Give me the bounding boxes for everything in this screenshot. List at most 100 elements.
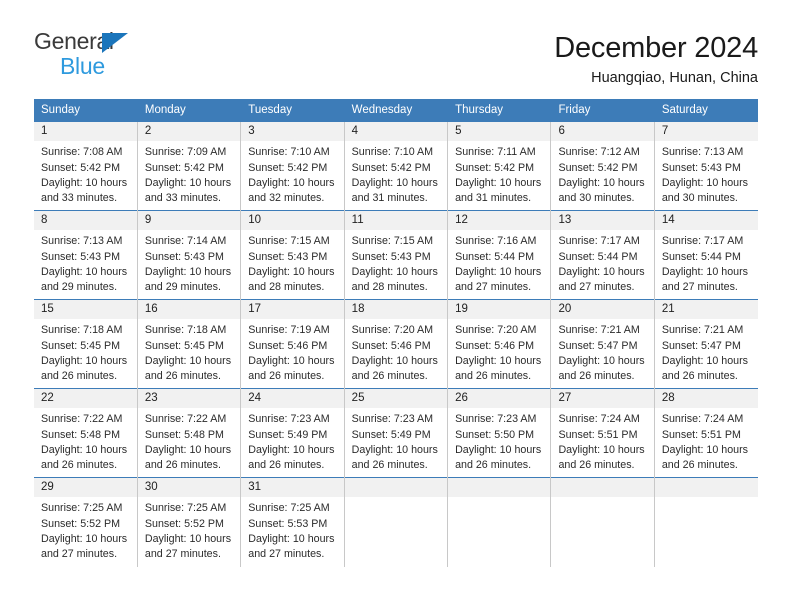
- sunset-text: Sunset: 5:42 PM: [455, 161, 535, 174]
- sunset-text: Sunset: 5:46 PM: [248, 339, 328, 352]
- sunrise-text: Sunrise: 7:21 AM: [558, 324, 640, 337]
- calendar-day-cell[interactable]: 8 Sunrise: 7:13 AM Sunset: 5:43 PM Daylight…: [34, 210, 138, 300]
- sunrise-text: Sunrise: 7:09 AM: [144, 146, 227, 159]
- sunset-text: Sunset: 5:42 PM: [144, 161, 224, 174]
- day-details: Sunrise: 7:23 AM Sunset: 5:49 PM Daylight:…: [345, 408, 447, 473]
- day-number: 20: [551, 300, 654, 320]
- calendar-week-row: 22 Sunrise: 7:22 AM Sunset: 5:48 PM Dayligh…: [34, 388, 758, 478]
- daylight-text-line1: Daylight: 10 hours: [248, 443, 335, 456]
- calendar-day-cell[interactable]: 10 Sunrise: 7:15 AM Sunset: 5:43 PM Dayligh…: [240, 210, 345, 300]
- day-details: Sunrise: 7:18 AM Sunset: 5:45 PM Daylight:…: [34, 319, 137, 384]
- day-details: Sunrise: 7:25 AM Sunset: 5:52 PM Daylight:…: [34, 497, 137, 562]
- daylight-text-line1: Daylight: 10 hours: [144, 532, 232, 545]
- calendar-day-cell[interactable]: 27 Sunrise: 7:24 AM Sunset: 5:51 PM Dayligh…: [550, 388, 655, 478]
- day-details: Sunrise: 7:24 AM Sunset: 5:51 PM Daylight:…: [551, 408, 653, 473]
- calendar-day-cell[interactable]: 12 Sunrise: 7:16 AM Sunset: 5:44 PM Dayligh…: [447, 210, 552, 300]
- calendar-day-cell[interactable]: 29 Sunrise: 7:25 AM Sunset: 5:52 PM Dayligh…: [34, 477, 138, 567]
- sunrise-text: Sunrise: 7:24 AM: [558, 413, 640, 426]
- calendar-day-cell[interactable]: 25 Sunrise: 7:23 AM Sunset: 5:49 PM Dayligh…: [344, 388, 449, 478]
- calendar-day-cell[interactable]: 26 Sunrise: 7:23 AM Sunset: 5:50 PM Dayligh…: [447, 388, 552, 478]
- calendar-day-cell[interactable]: 1 Sunrise: 7:08 AM Sunset: 5:42 PM Daylight…: [34, 121, 138, 211]
- day-details: Sunrise: 7:24 AM Sunset: 5:51 PM Daylight:…: [655, 408, 758, 473]
- sunset-text: Sunset: 5:47 PM: [661, 339, 741, 352]
- day-number: 27: [551, 389, 654, 409]
- day-number: 17: [241, 300, 344, 320]
- day-number: 21: [654, 300, 758, 320]
- general-blue-logo[interactable]: General Blue: [34, 30, 154, 82]
- daylight-text-line2: and 26 minutes.: [455, 459, 532, 472]
- sunrise-text: Sunrise: 7:14 AM: [144, 235, 227, 248]
- daylight-text-line2: and 26 minutes.: [661, 459, 738, 472]
- day-details: Sunrise: 7:19 AM Sunset: 5:46 PM Daylight:…: [241, 319, 343, 384]
- calendar-day-cell[interactable]: 14 Sunrise: 7:17 AM Sunset: 5:44 PM Dayligh…: [654, 210, 758, 300]
- sunset-text: Sunset: 5:48 PM: [144, 428, 224, 441]
- calendar-day-cell[interactable]: 31 Sunrise: 7:25 AM Sunset: 5:53 PM Dayligh…: [240, 477, 345, 567]
- daylight-text-line2: and 30 minutes.: [661, 192, 738, 205]
- daylight-text-line2: and 27 minutes.: [661, 281, 738, 294]
- sunset-text: Sunset: 5:49 PM: [248, 428, 328, 441]
- calendar-day-cell[interactable]: 30 Sunrise: 7:25 AM Sunset: 5:52 PM Dayligh…: [137, 477, 242, 567]
- day-number: 23: [137, 389, 241, 409]
- sunrise-text: Sunrise: 7:22 AM: [144, 413, 227, 426]
- day-number: 19: [448, 300, 551, 320]
- day-details: Sunrise: 7:25 AM Sunset: 5:52 PM Daylight:…: [138, 497, 240, 562]
- sunset-text: Sunset: 5:50 PM: [455, 428, 535, 441]
- day-number: 30: [137, 478, 241, 498]
- calendar-day-cell[interactable]: 19 Sunrise: 7:20 AM Sunset: 5:46 PM Dayligh…: [447, 299, 552, 389]
- calendar-day-cell[interactable]: 21 Sunrise: 7:21 AM Sunset: 5:47 PM Dayligh…: [654, 299, 758, 389]
- calendar-week-row: 15 Sunrise: 7:18 AM Sunset: 5:45 PM Dayligh…: [34, 299, 758, 389]
- calendar-day-cell[interactable]: 17 Sunrise: 7:19 AM Sunset: 5:46 PM Dayligh…: [240, 299, 345, 389]
- sunset-text: Sunset: 5:46 PM: [351, 339, 431, 352]
- calendar-week-row: 8 Sunrise: 7:13 AM Sunset: 5:43 PM Daylight…: [34, 210, 758, 300]
- calendar-day-cell[interactable]: 18 Sunrise: 7:20 AM Sunset: 5:46 PM Dayligh…: [344, 299, 449, 389]
- sunrise-text: Sunrise: 7:08 AM: [41, 146, 123, 159]
- sunrise-text: Sunrise: 7:18 AM: [144, 324, 227, 337]
- calendar-day-cell[interactable]: 15 Sunrise: 7:18 AM Sunset: 5:45 PM Dayligh…: [34, 299, 138, 389]
- sunset-text: Sunset: 5:42 PM: [248, 161, 328, 174]
- calendar-day-cell[interactable]: 7 Sunrise: 7:13 AM Sunset: 5:43 PM Daylight…: [654, 121, 758, 211]
- sunset-text: Sunset: 5:43 PM: [144, 250, 224, 263]
- sunrise-text: Sunrise: 7:21 AM: [661, 324, 744, 337]
- calendar-day-cell[interactable]: 24 Sunrise: 7:23 AM Sunset: 5:49 PM Dayligh…: [240, 388, 345, 478]
- calendar-day-cell[interactable]: 20 Sunrise: 7:21 AM Sunset: 5:47 PM Dayligh…: [550, 299, 655, 389]
- calendar-table: Sunday Monday Tuesday Wednesday Thursday…: [34, 99, 759, 567]
- weekday-header-friday: Friday: [550, 99, 655, 122]
- calendar-header-row: Sunday Monday Tuesday Wednesday Thursday…: [34, 99, 759, 122]
- daylight-text-line1: Daylight: 10 hours: [661, 265, 748, 278]
- daylight-text-line2: and 27 minutes.: [41, 548, 118, 561]
- sunrise-text: Sunrise: 7:23 AM: [248, 413, 330, 426]
- daylight-text-line2: and 29 minutes.: [41, 281, 118, 294]
- logo-text-blue: Blue: [60, 53, 105, 79]
- calendar-day-cell[interactable]: 9 Sunrise: 7:14 AM Sunset: 5:43 PM Daylight…: [137, 210, 242, 300]
- daylight-text-line2: and 28 minutes.: [248, 281, 325, 294]
- calendar-day-cell[interactable]: 28 Sunrise: 7:24 AM Sunset: 5:51 PM Dayligh…: [654, 388, 758, 478]
- calendar-day-cell[interactable]: 11 Sunrise: 7:15 AM Sunset: 5:43 PM Dayligh…: [344, 210, 449, 300]
- day-number: 6: [551, 122, 654, 142]
- sunset-text: Sunset: 5:44 PM: [661, 250, 741, 263]
- day-number: 29: [34, 478, 137, 498]
- day-number: 11: [344, 211, 448, 231]
- page-header: General Blue December 2024 Huangqiao, Hu…: [0, 0, 792, 87]
- daylight-text-line2: and 26 minutes.: [248, 370, 325, 383]
- calendar-day-cell[interactable]: 23 Sunrise: 7:22 AM Sunset: 5:48 PM Dayligh…: [137, 388, 242, 478]
- calendar-day-cell[interactable]: 3 Sunrise: 7:10 AM Sunset: 5:42 PM Daylight…: [240, 121, 345, 211]
- sunrise-text: Sunrise: 7:25 AM: [41, 502, 123, 515]
- day-details: Sunrise: 7:17 AM Sunset: 5:44 PM Daylight:…: [655, 230, 758, 295]
- calendar-day-cell[interactable]: 6 Sunrise: 7:12 AM Sunset: 5:42 PM Daylight…: [550, 121, 655, 211]
- calendar-day-cell[interactable]: 2 Sunrise: 7:09 AM Sunset: 5:42 PM Daylight…: [137, 121, 242, 211]
- daylight-text-line1: Daylight: 10 hours: [455, 443, 542, 456]
- daylight-text-line2: and 26 minutes.: [41, 370, 118, 383]
- calendar-day-cell[interactable]: 4 Sunrise: 7:10 AM Sunset: 5:42 PM Daylight…: [344, 121, 449, 211]
- day-number: [551, 478, 654, 498]
- daylight-text-line1: Daylight: 10 hours: [248, 532, 335, 545]
- daylight-text-line2: and 26 minutes.: [41, 459, 118, 472]
- day-number: 25: [344, 389, 448, 409]
- calendar-day-cell[interactable]: 5 Sunrise: 7:11 AM Sunset: 5:42 PM Daylight…: [447, 121, 552, 211]
- sunset-text: Sunset: 5:47 PM: [558, 339, 638, 352]
- calendar-day-cell[interactable]: 16 Sunrise: 7:18 AM Sunset: 5:45 PM Dayligh…: [137, 299, 242, 389]
- day-number: 10: [241, 211, 344, 231]
- day-number: [448, 478, 551, 498]
- calendar-day-cell[interactable]: 13 Sunrise: 7:17 AM Sunset: 5:44 PM Dayligh…: [550, 210, 655, 300]
- daylight-text-line1: Daylight: 10 hours: [558, 354, 645, 367]
- calendar-day-cell[interactable]: 22 Sunrise: 7:22 AM Sunset: 5:48 PM Dayligh…: [34, 388, 138, 478]
